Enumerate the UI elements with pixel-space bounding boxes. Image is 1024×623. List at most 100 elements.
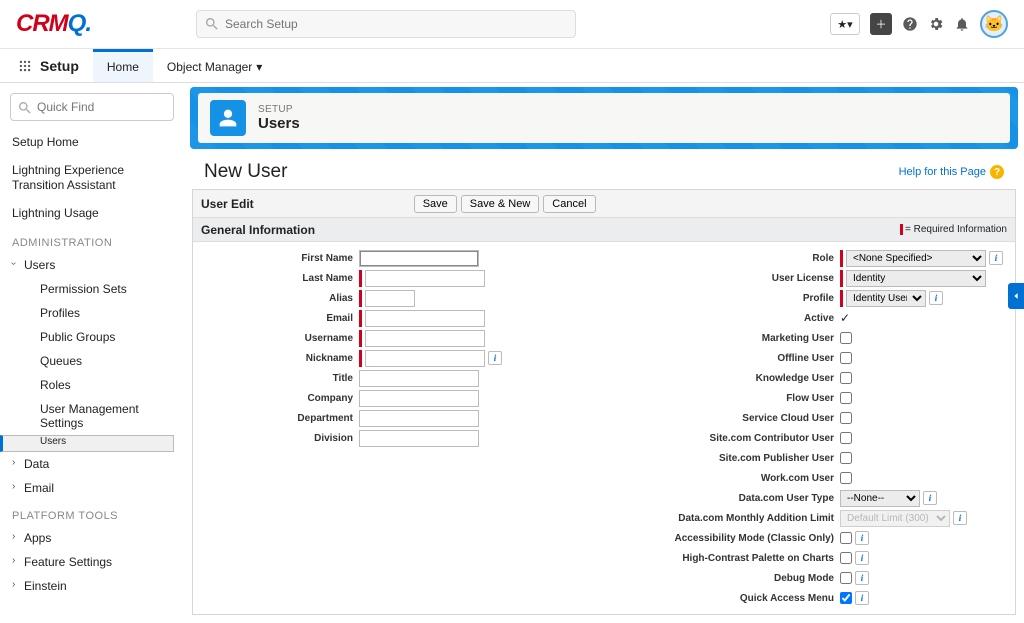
label-service-cloud-user: Service Cloud User [610,413,840,424]
quick-find-input[interactable] [10,93,174,121]
nickname-input[interactable] [365,350,485,367]
quick-access-checkbox[interactable] [840,592,852,604]
users-hero-icon [210,100,246,136]
label-last-name: Last Name [199,273,359,284]
bell-icon[interactable] [954,16,970,32]
form-bar-title: User Edit [201,197,254,211]
nickname-info-icon[interactable]: i [488,351,502,365]
label-site-contributor: Site.com Contributor User [610,433,840,444]
save-and-new-button[interactable]: Save & New [461,195,540,213]
accessibility-checkbox[interactable] [840,532,852,544]
expand-panel-button[interactable] [1008,283,1024,309]
datacom-type-select[interactable]: --None-- [840,490,920,507]
high-contrast-info-icon[interactable]: i [855,551,869,565]
section-title: General Information [201,223,315,237]
quick-access-info-icon[interactable]: i [855,591,869,605]
sidebar-section-admin: ADMINISTRATION [10,227,174,253]
profile-select[interactable]: Identity User [846,290,926,307]
label-department: Department [199,413,359,424]
marketing-user-checkbox[interactable] [840,332,852,344]
sidebar-transition-assistant[interactable]: Lightning Experience Transition Assistan… [10,157,174,200]
label-datacom-type: Data.com User Type [610,493,840,504]
division-input[interactable] [359,430,479,447]
sidebar-section-platform: PLATFORM TOOLS [10,500,174,526]
label-email: Email [199,313,359,324]
sidebar-email-group[interactable]: Email [10,476,174,500]
label-flow-user: Flow User [610,393,840,404]
label-first-name: First Name [199,253,359,264]
datacom-limit-select[interactable]: Default Limit (300) [840,510,950,527]
label-division: Division [199,433,359,444]
search-icon [17,100,33,116]
global-search-input[interactable] [196,10,576,38]
debug-mode-checkbox[interactable] [840,572,852,584]
sidebar-permission-sets[interactable]: Permission Sets [10,277,174,301]
company-input[interactable] [359,390,479,407]
hero-title: Users [258,115,300,132]
cancel-button[interactable]: Cancel [543,195,595,213]
high-contrast-checkbox[interactable] [840,552,852,564]
save-button[interactable]: Save [414,195,457,213]
sidebar-profiles[interactable]: Profiles [10,301,174,325]
last-name-input[interactable] [365,270,485,287]
sidebar-einstein-group[interactable]: Einstein [10,574,174,598]
site-contributor-checkbox[interactable] [840,432,852,444]
favorites-button[interactable]: ★▾ [830,13,860,35]
app-name-label: Setup [36,49,93,82]
sidebar-feature-settings-group[interactable]: Feature Settings [10,550,174,574]
role-info-icon[interactable]: i [989,251,1003,265]
role-select[interactable]: <None Specified> [846,250,986,267]
first-name-input[interactable] [359,250,479,267]
hero-kicker: SETUP [258,104,300,115]
label-debug-mode: Debug Mode [610,573,840,584]
sidebar-users[interactable]: Users [0,435,174,452]
datacom-limit-info-icon[interactable]: i [953,511,967,525]
app-logo[interactable]: CRMQ. [8,10,99,38]
work-user-checkbox[interactable] [840,472,852,484]
label-site-publisher: Site.com Publisher User [610,453,840,464]
sidebar-lightning-usage[interactable]: Lightning Usage [10,200,174,228]
label-title: Title [199,373,359,384]
help-for-page-link[interactable]: Help for this Page? [899,165,1004,179]
accessibility-info-icon[interactable]: i [855,531,869,545]
offline-user-checkbox[interactable] [840,352,852,364]
sidebar-users-group[interactable]: Users [10,253,174,277]
label-company: Company [199,393,359,404]
label-quick-access: Quick Access Menu [610,593,840,604]
sidebar-data-group[interactable]: Data [10,452,174,476]
knowledge-user-checkbox[interactable] [840,372,852,384]
debug-info-icon[interactable]: i [855,571,869,585]
site-publisher-checkbox[interactable] [840,452,852,464]
user-avatar[interactable]: 🐱 [980,10,1008,38]
global-add-button[interactable]: ＋ [870,13,892,35]
sidebar-setup-home[interactable]: Setup Home [10,129,174,157]
page-title: New User [204,161,287,183]
tab-home[interactable]: Home [93,49,153,82]
email-input[interactable] [365,310,485,327]
sidebar-queues[interactable]: Queues [10,349,174,373]
alias-input[interactable] [365,290,415,307]
label-alias: Alias [199,293,359,304]
datacom-type-info-icon[interactable]: i [923,491,937,505]
user-license-select[interactable]: Identity [846,270,986,287]
sidebar-user-mgmt-settings[interactable]: User Management Settings [10,397,174,435]
label-knowledge-user: Knowledge User [610,373,840,384]
label-datacom-limit: Data.com Monthly Addition Limit [610,513,840,524]
profile-info-icon[interactable]: i [929,291,943,305]
sidebar-apps-group[interactable]: Apps [10,526,174,550]
service-cloud-user-checkbox[interactable] [840,412,852,424]
flow-user-checkbox[interactable] [840,392,852,404]
required-legend: = Required Information [900,224,1007,235]
title-input[interactable] [359,370,479,387]
sidebar-public-groups[interactable]: Public Groups [10,325,174,349]
active-checkmark: ✓ [840,311,850,325]
help-icon: ? [990,165,1004,179]
tab-object-manager[interactable]: Object Manager▾ [153,49,276,82]
department-input[interactable] [359,410,479,427]
username-input[interactable] [365,330,485,347]
help-icon[interactable] [902,16,918,32]
app-launcher-icon[interactable] [14,49,36,82]
gear-icon[interactable] [928,16,944,32]
label-work-user: Work.com User [610,473,840,484]
sidebar-roles[interactable]: Roles [10,373,174,397]
